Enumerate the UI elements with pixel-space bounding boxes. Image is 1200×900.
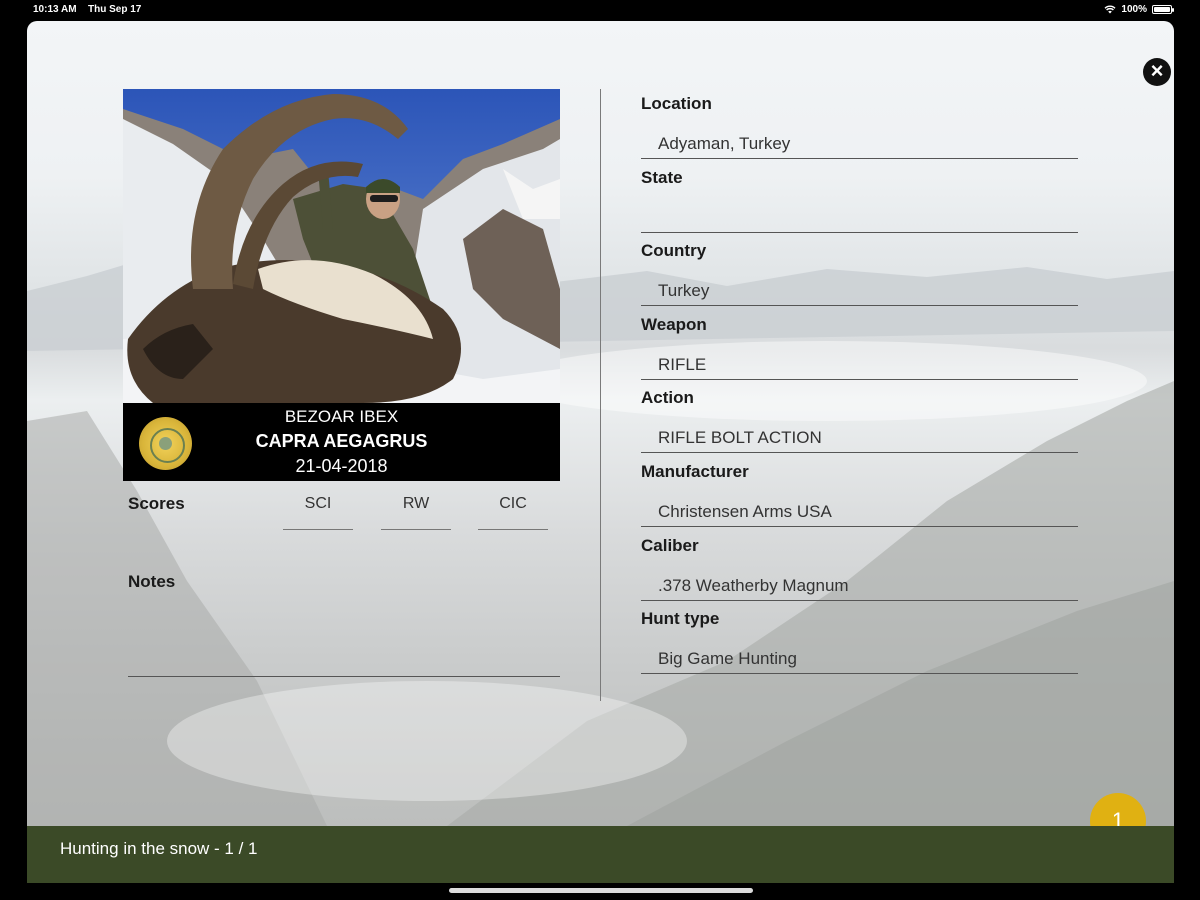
column-divider	[600, 89, 601, 701]
close-button[interactable]: ×	[1143, 58, 1171, 86]
manufacturer-value[interactable]: Christensen Arms USA	[658, 502, 832, 522]
footer-bar: Hunting in the snow - 1 / 1	[27, 826, 1174, 883]
location-value[interactable]: Adyaman, Turkey	[658, 134, 790, 154]
state-underline	[641, 232, 1078, 233]
action-label: Action	[641, 388, 694, 407]
score-cic-input[interactable]	[478, 529, 548, 530]
action-underline	[641, 452, 1078, 453]
trophy-date: 21-04-2018	[295, 456, 388, 476]
status-time: 10:13 AM	[33, 4, 77, 15]
trophy-photo	[123, 89, 560, 403]
weapon-underline	[641, 379, 1078, 380]
species-common-name: BEZOAR IBEX	[284, 407, 399, 426]
scores-label: Scores	[128, 494, 185, 513]
status-bar: 10:13 AM Thu Sep 17 100%	[0, 0, 1200, 20]
caliber-underline	[641, 600, 1078, 601]
trophy-detail-sheet: × BEZOAR IBEX CAPRA AEGAGRUS 21-04-2018 …	[27, 21, 1174, 883]
notes-label: Notes	[128, 572, 176, 591]
score-rw-label: RW	[402, 495, 430, 512]
score-sci-input[interactable]	[283, 529, 353, 530]
battery-percent: 100%	[1121, 4, 1147, 15]
score-cic-label: CIC	[499, 495, 527, 512]
manufacturer-label: Manufacturer	[641, 462, 749, 481]
status-date: Thu Sep 17	[88, 4, 142, 15]
location-underline	[641, 158, 1078, 159]
hunt-type-label: Hunt type	[641, 609, 720, 628]
footer-text: Hunting in the snow - 1 / 1	[60, 839, 258, 858]
caliber-label: Caliber	[641, 536, 699, 555]
species-scientific-name: CAPRA AEGAGRUS	[255, 431, 428, 451]
manufacturer-underline	[641, 526, 1078, 527]
weapon-label: Weapon	[641, 315, 707, 334]
score-rw-input[interactable]	[381, 529, 451, 530]
country-underline	[641, 305, 1078, 306]
trophy-caption: BEZOAR IBEX CAPRA AEGAGRUS 21-04-2018	[123, 403, 560, 481]
weapon-value[interactable]: RIFLE	[658, 355, 706, 375]
wifi-icon	[1104, 5, 1116, 14]
close-icon: ×	[1150, 58, 1164, 83]
country-value[interactable]: Turkey	[658, 281, 709, 301]
notes-input[interactable]	[128, 676, 560, 677]
country-label: Country	[641, 241, 707, 260]
battery-icon	[1152, 5, 1174, 14]
action-value[interactable]: RIFLE BOLT ACTION	[658, 428, 822, 448]
caliber-value[interactable]: .378 Weatherby Magnum	[658, 576, 849, 596]
state-label: State	[641, 168, 683, 187]
home-indicator[interactable]	[449, 888, 753, 893]
status-right: 100%	[1104, 4, 1174, 15]
hunt-type-value[interactable]: Big Game Hunting	[658, 649, 797, 669]
hunt-type-underline	[641, 673, 1078, 674]
location-label: Location	[641, 94, 712, 113]
score-sci-label: SCI	[304, 495, 332, 512]
